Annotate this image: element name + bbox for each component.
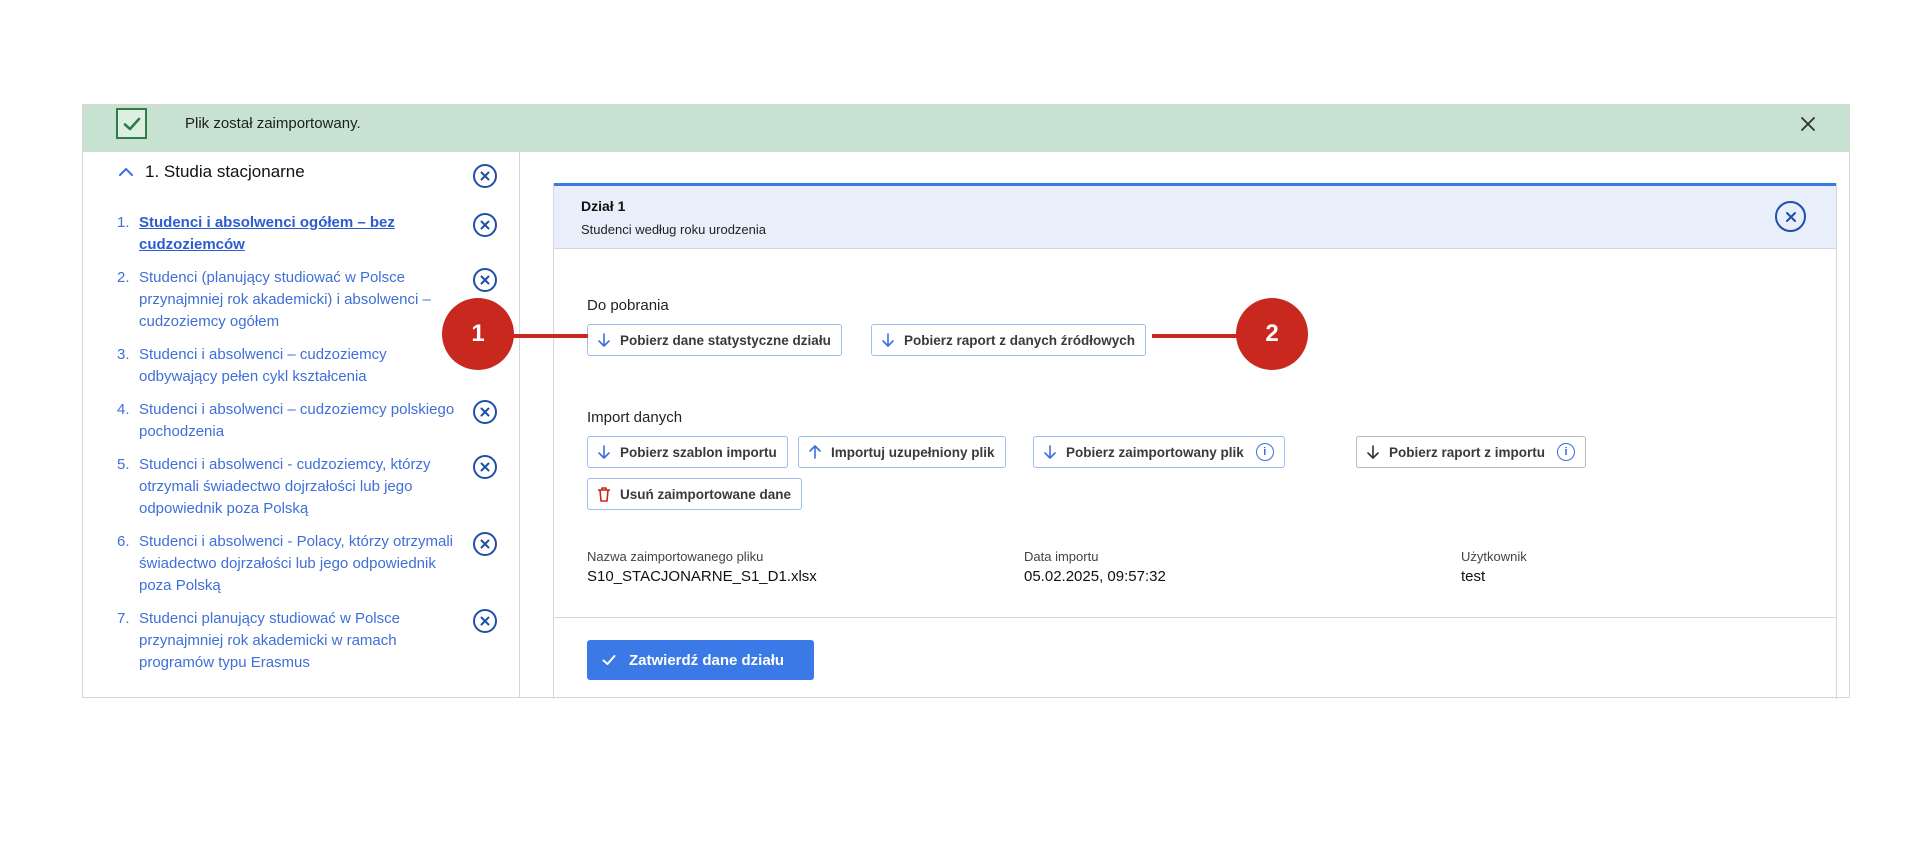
download-template-button[interactable]: Pobierz szablon importu bbox=[587, 436, 788, 468]
success-banner: Plik został zaimportowany. bbox=[83, 105, 1849, 152]
download-heading: Do pobrania bbox=[587, 297, 669, 314]
import-heading: Import danych bbox=[587, 409, 683, 426]
button-label: Pobierz raport z danych źródłowych bbox=[904, 332, 1136, 348]
app-frame: Plik został zaimportowany. 1. Studia sta… bbox=[82, 104, 1850, 699]
remove-item-icon[interactable] bbox=[473, 268, 497, 292]
chevron-up-icon bbox=[119, 167, 133, 176]
panel-title: Dział 1 bbox=[581, 198, 626, 214]
checkmark-icon bbox=[602, 655, 616, 665]
item-number: 4. bbox=[117, 401, 130, 418]
file-name-label: Nazwa zaimportowanego pliku bbox=[587, 549, 764, 564]
button-label: Importuj uzupełniony plik bbox=[831, 444, 995, 460]
item-number: 3. bbox=[117, 346, 130, 363]
button-label: Pobierz szablon importu bbox=[620, 444, 777, 460]
remove-section-icon[interactable] bbox=[473, 164, 497, 188]
item-label: Studenci i absolwenci – cudzoziemcy pols… bbox=[139, 401, 455, 440]
arrow-up-icon bbox=[809, 445, 821, 459]
sidebar-item-5[interactable]: 5. Studenci i absolwenci - cudzoziemcy, … bbox=[117, 454, 497, 520]
item-number: 1. bbox=[117, 214, 130, 231]
button-label: Usuń zaimportowane dane bbox=[620, 486, 792, 502]
upload-file-button[interactable]: Importuj uzupełniony plik bbox=[798, 436, 1006, 468]
sidebar-item-2[interactable]: 2. Studenci (planujący studiować w Polsc… bbox=[117, 267, 497, 333]
banner-message: Plik został zaimportowany. bbox=[185, 115, 361, 132]
callout-1-badge: 1 bbox=[442, 298, 514, 370]
import-date-label: Data importu bbox=[1024, 549, 1099, 564]
button-label: Pobierz zaimportowany plik bbox=[1066, 444, 1244, 460]
download-import-report-button[interactable]: Pobierz raport z importu i bbox=[1356, 436, 1587, 468]
arrow-down-icon bbox=[598, 333, 610, 347]
remove-item-icon[interactable] bbox=[473, 455, 497, 479]
close-panel-icon[interactable] bbox=[1775, 201, 1806, 232]
remove-item-icon[interactable] bbox=[473, 400, 497, 424]
item-number: 2. bbox=[117, 269, 130, 286]
callout-2-line bbox=[1152, 334, 1240, 338]
callout-2-badge: 2 bbox=[1236, 298, 1308, 370]
download-stats-button[interactable]: Pobierz dane statystyczne działu bbox=[587, 324, 842, 356]
panel-divider bbox=[554, 617, 1836, 618]
panel-header: Dział 1 Studenci według roku urodzenia bbox=[554, 183, 1836, 249]
item-label: Studenci planujący studiować w Polsce pr… bbox=[139, 610, 400, 671]
item-label: Studenci i absolwenci - cudzoziemcy, któ… bbox=[139, 456, 431, 517]
file-name-value: S10_STACJONARNE_S1_D1.xlsx bbox=[587, 568, 817, 585]
section-title: 1. Studia stacjonarne bbox=[145, 162, 305, 181]
close-banner-icon[interactable] bbox=[1797, 113, 1819, 135]
user-value: test bbox=[1461, 568, 1486, 585]
user-label: Użytkownik bbox=[1461, 549, 1527, 564]
item-label: Studenci (planujący studiować w Polsce p… bbox=[139, 269, 431, 330]
sidebar-item-4[interactable]: 4. Studenci i absolwenci – cudzoziemcy p… bbox=[117, 399, 497, 443]
sidebar: 1. Studia stacjonarne 1. Studenci i abso… bbox=[83, 152, 520, 697]
arrow-down-icon bbox=[882, 333, 894, 347]
item-label: Studenci i absolwenci ogółem – bez cudzo… bbox=[139, 214, 395, 253]
sidebar-item-6[interactable]: 6. Studenci i absolwenci - Polacy, którz… bbox=[117, 531, 497, 597]
checkmark-icon bbox=[116, 108, 147, 139]
sidebar-item-3[interactable]: 3. Studenci i absolwenci – cudzoziemcy o… bbox=[117, 344, 497, 388]
panel-subtitle: Studenci według roku urodzenia bbox=[581, 222, 767, 237]
remove-item-icon[interactable] bbox=[473, 532, 497, 556]
item-number: 5. bbox=[117, 456, 130, 473]
section-item-list: 1. Studenci i absolwenci ogółem – bez cu… bbox=[117, 212, 497, 685]
button-label: Pobierz dane statystyczne działu bbox=[620, 332, 831, 348]
section-toggle[interactable]: 1. Studia stacjonarne bbox=[117, 162, 305, 182]
sidebar-item-7[interactable]: 7. Studenci planujący studiować w Polsce… bbox=[117, 608, 497, 674]
arrow-down-icon bbox=[598, 445, 610, 459]
remove-item-icon[interactable] bbox=[473, 609, 497, 633]
sidebar-item-1[interactable]: 1. Studenci i absolwenci ogółem – bez cu… bbox=[117, 212, 497, 256]
trash-icon bbox=[598, 487, 610, 502]
section-panel: Dział 1 Studenci według roku urodzenia D… bbox=[553, 183, 1837, 699]
confirm-section-button[interactable]: Zatwierdź dane działu bbox=[587, 640, 814, 680]
info-icon[interactable]: i bbox=[1255, 443, 1274, 461]
item-number: 7. bbox=[117, 610, 130, 627]
info-icon[interactable]: i bbox=[1557, 443, 1576, 461]
callout-1-line bbox=[512, 334, 588, 338]
remove-item-icon[interactable] bbox=[473, 213, 497, 237]
arrow-down-icon bbox=[1044, 445, 1056, 459]
arrow-down-icon bbox=[1367, 445, 1379, 459]
button-label: Pobierz raport z importu bbox=[1389, 444, 1546, 460]
button-label: Zatwierdź dane działu bbox=[629, 651, 785, 669]
item-number: 6. bbox=[117, 533, 130, 550]
download-imported-file-button[interactable]: Pobierz zaimportowany plik i bbox=[1033, 436, 1285, 468]
import-date-value: 05.02.2025, 09:57:32 bbox=[1024, 568, 1166, 585]
item-label: Studenci i absolwenci – cudzoziemcy odby… bbox=[139, 346, 387, 385]
download-source-report-button[interactable]: Pobierz raport z danych źródłowych bbox=[871, 324, 1147, 356]
delete-imported-data-button[interactable]: Usuń zaimportowane dane bbox=[587, 478, 803, 510]
item-label: Studenci i absolwenci - Polacy, którzy o… bbox=[139, 533, 454, 594]
